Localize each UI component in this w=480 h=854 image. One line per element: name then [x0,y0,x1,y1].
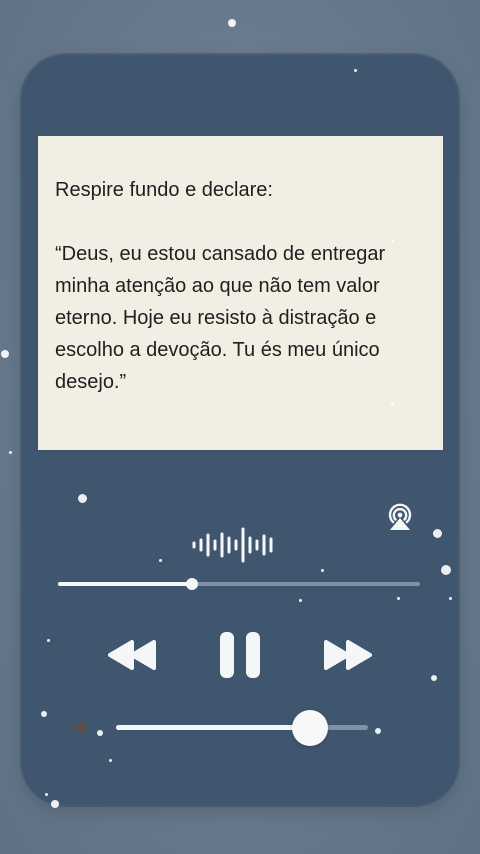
snowflake [8,450,12,454]
playback-progress-bar[interactable] [58,578,420,590]
snowflake [431,675,437,681]
airplay-icon[interactable] [384,501,416,533]
volume-fill [116,725,311,730]
snowflake [432,528,442,538]
snowflake [353,68,357,72]
fast-forward-icon[interactable] [322,638,374,672]
volume-slider[interactable] [72,706,368,750]
snowflake [298,598,302,602]
snowflake [228,19,236,27]
snowflake [97,730,103,736]
snowflake [448,596,452,600]
waveform-icon [192,527,273,563]
snowflake [441,565,451,575]
progress-knob[interactable] [185,578,198,590]
snowflake [390,402,394,406]
speaker-icon [74,720,86,736]
snowflake [390,238,394,242]
snowflake [158,558,162,562]
volume-knob[interactable] [292,710,329,746]
rewind-icon[interactable] [106,638,158,672]
snowflake [1,350,9,358]
snowflake [77,493,87,503]
quote-card: Respire fundo e declare: “Deus, eu estou… [38,136,443,450]
snowflake [51,800,59,808]
snowflake [46,638,50,642]
progress-fill [58,582,192,586]
snowflake [320,568,324,572]
quote-text: “Deus, eu estou cansado de entregar minh… [55,243,386,393]
snowflake [44,792,48,796]
quote-intro: Respire fundo e declare: [55,179,273,201]
snowflake [41,711,47,717]
pause-icon[interactable] [218,630,262,680]
snowflake [108,758,112,762]
snowflake [375,728,381,734]
snowflake [396,596,400,600]
